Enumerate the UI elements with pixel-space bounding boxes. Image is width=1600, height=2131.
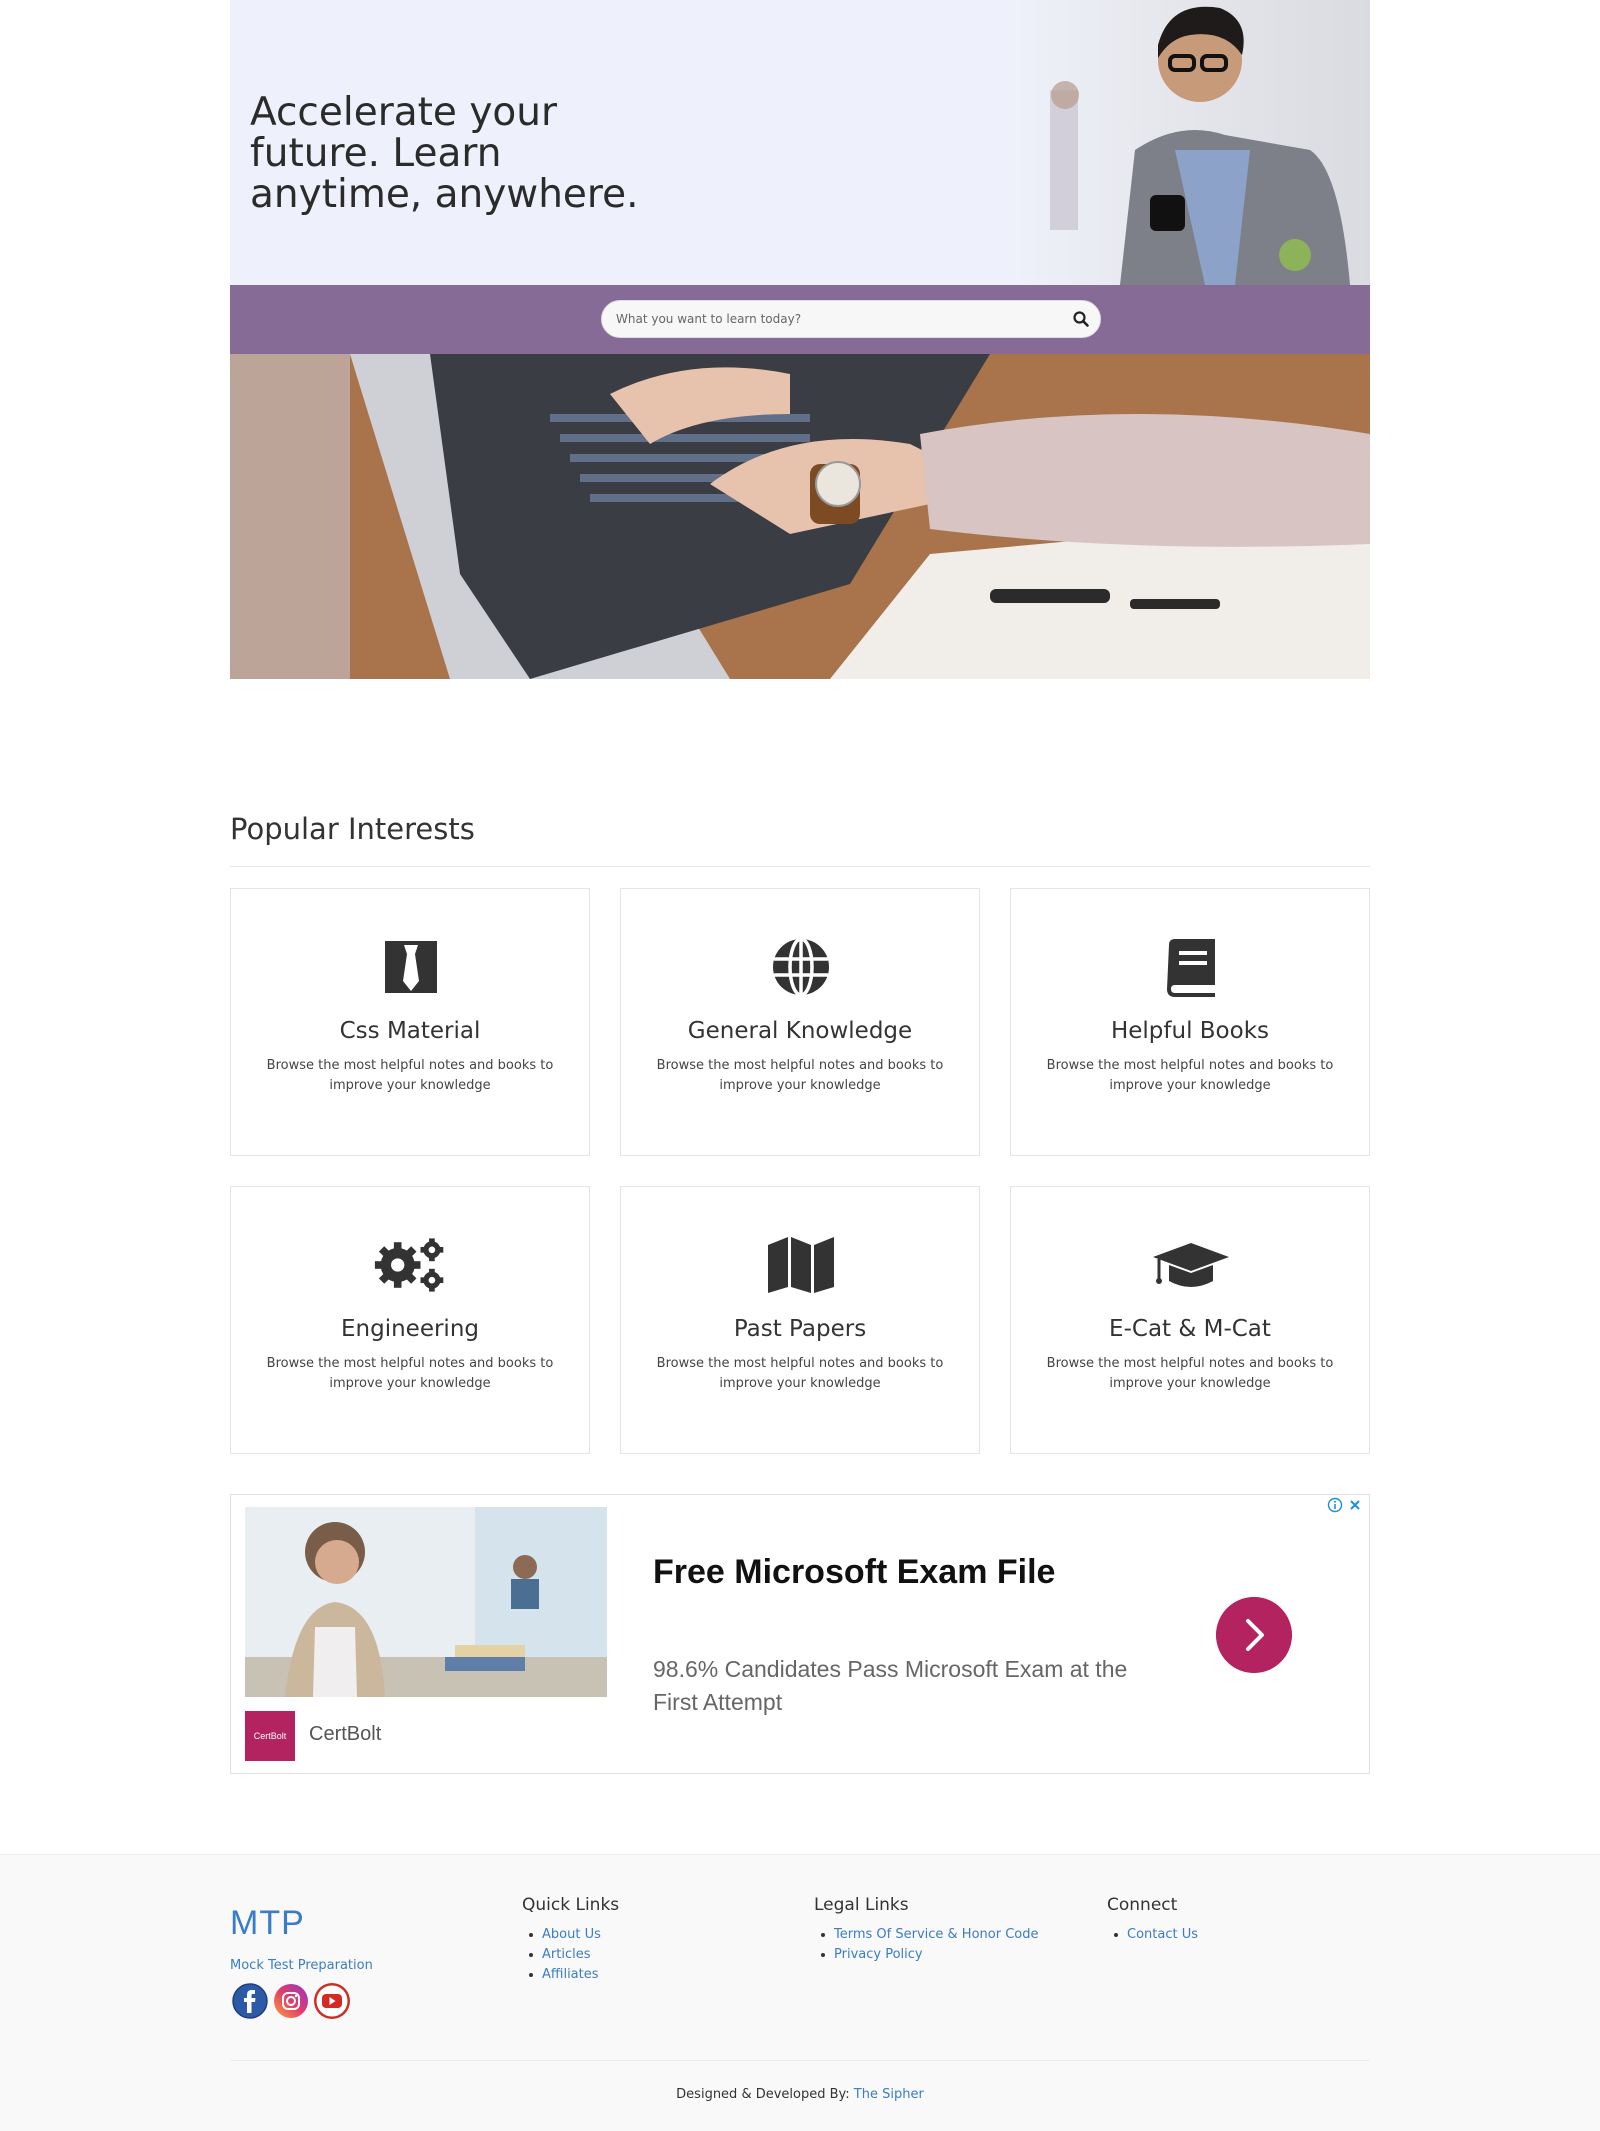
footer-column-title: Legal Links (814, 1895, 909, 1915)
advertisement[interactable]: CertBolt CertBolt Free Microsoft Exam Fi… (230, 1494, 1370, 1774)
hero-title: Accelerate your future. Learn anytime, a… (250, 90, 639, 217)
card-title: Past Papers (733, 1316, 867, 1342)
ad-info-icon[interactable] (1327, 1497, 1343, 1513)
footer: MTP Mock Test Preparation Quick Links Ab… (0, 1854, 1600, 2131)
interest-card-engineering[interactable]: Engineering Browse the most helpful note… (230, 1186, 590, 1454)
credit-prefix: Designed & Developed By: (676, 2087, 850, 2102)
ad-body: 98.6% Candidates Pass Microsoft Exam at … (653, 1656, 1128, 1715)
interest-card-ecat-mcat[interactable]: E-Cat & M-Cat Browse the most helpful no… (1010, 1186, 1370, 1454)
footer-link-item: Contact Us (1114, 1925, 1198, 1945)
hero-banner: Accelerate your future. Learn anytime, a… (230, 0, 1370, 285)
card-title: E-Cat & M-Cat (1109, 1316, 1271, 1342)
footer-connect: Connect Contact Us (1107, 1895, 1198, 1945)
map-icon (768, 1237, 834, 1293)
search-band (230, 285, 1370, 354)
footer-legal-links: Legal Links Terms Of Service & Honor Cod… (814, 1895, 1038, 1965)
footer-brand-tagline: Mock Test Preparation (230, 1958, 373, 1973)
ad-brand-name: CertBolt (309, 1723, 382, 1745)
footer-quick-links: Quick Links About Us Articles Affiliates (522, 1895, 619, 1985)
interest-card-general-knowledge[interactable]: General Knowledge Browse the most helpfu… (620, 888, 980, 1156)
footer-link-item: Privacy Policy (820, 1945, 1038, 1965)
ad-headline[interactable]: Free Microsoft Exam File (653, 1553, 1055, 1592)
footer-link-terms[interactable]: Terms Of Service & Honor Code (834, 1927, 1038, 1942)
gears-icon (374, 1238, 444, 1292)
footer-link-item: Terms Of Service & Honor Code (820, 1925, 1038, 1945)
credit-link[interactable]: The Sipher (854, 2087, 924, 2102)
card-description: Browse the most helpful notes and books … (266, 1058, 554, 1093)
interest-card-helpful-books[interactable]: Helpful Books Browse the most helpful no… (1010, 888, 1370, 1156)
ad-cta-button[interactable] (1216, 1597, 1292, 1673)
footer-link-privacy[interactable]: Privacy Policy (834, 1947, 923, 1962)
footer-link-item: About Us (528, 1925, 619, 1945)
instagram-icon[interactable] (273, 1983, 309, 2019)
search-input[interactable] (616, 301, 1056, 337)
section-divider (230, 866, 1370, 867)
footer-link-item: Affiliates (528, 1965, 619, 1985)
tie-icon (385, 941, 437, 993)
footer-column-title: Quick Links (522, 1895, 620, 1915)
section-title: Popular Interests (230, 812, 475, 846)
ad-close-icon[interactable] (1347, 1497, 1363, 1513)
footer-link-articles[interactable]: Articles (542, 1947, 590, 1962)
footer-column-title: Connect (1107, 1895, 1178, 1915)
graduation-cap-icon (1153, 1243, 1229, 1287)
footer-link-contact-us[interactable]: Contact Us (1127, 1927, 1198, 1942)
facebook-icon[interactable] (232, 1983, 268, 2019)
card-description: Browse the most helpful notes and books … (656, 1356, 944, 1391)
footer-link-about-us[interactable]: About Us (542, 1927, 601, 1942)
card-description: Browse the most helpful notes and books … (656, 1058, 944, 1093)
search-box (601, 300, 1101, 338)
card-description: Browse the most helpful notes and books … (266, 1356, 554, 1391)
interest-card-past-papers[interactable]: Past Papers Browse the most helpful note… (620, 1186, 980, 1454)
ad-brand-logo: CertBolt (245, 1711, 295, 1761)
search-icon[interactable] (1072, 310, 1090, 328)
footer-link-item: Articles (528, 1945, 619, 1965)
card-title: Css Material (339, 1018, 481, 1044)
book-icon (1167, 939, 1215, 997)
card-title: General Knowledge (687, 1018, 913, 1044)
footer-link-affiliates[interactable]: Affiliates (542, 1967, 599, 1982)
ad-image (245, 1507, 607, 1697)
interest-card-css-material[interactable]: Css Material Browse the most helpful not… (230, 888, 590, 1156)
card-title: Engineering (341, 1316, 479, 1342)
card-description: Browse the most helpful notes and books … (1046, 1356, 1334, 1391)
footer-divider (230, 2060, 1370, 2061)
footer-credit: Designed & Developed By: The Sipher (0, 2087, 1600, 2102)
laptop-banner-image (230, 354, 1370, 679)
footer-brand[interactable]: MTP (230, 1904, 305, 1943)
globe-icon (773, 937, 829, 997)
student-photo (1010, 0, 1370, 285)
card-title: Helpful Books (1110, 1018, 1270, 1044)
youtube-icon[interactable] (314, 1983, 350, 2019)
card-description: Browse the most helpful notes and books … (1046, 1058, 1334, 1093)
